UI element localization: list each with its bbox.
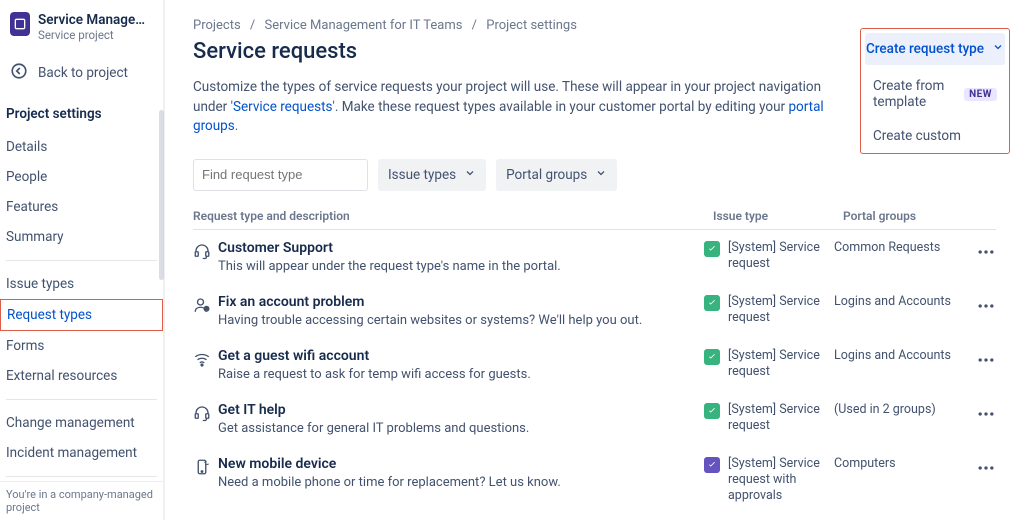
row-actions-button[interactable]: [964, 294, 996, 320]
breadcrumb-projects[interactable]: Projects: [193, 18, 241, 33]
row-actions-button[interactable]: [964, 402, 996, 428]
row-actions-button[interactable]: [964, 348, 996, 374]
more-icon: [976, 350, 996, 374]
portal-group-label: (Used in 2 groups): [834, 402, 964, 417]
request-type-name[interactable]: Get a guest wifi account: [218, 348, 704, 364]
chevron-down-icon: [464, 167, 476, 183]
request-type-name[interactable]: Get IT help: [218, 402, 704, 418]
project-header: Service Management fo... Service project: [0, 10, 163, 56]
new-badge: NEW: [964, 88, 997, 101]
create-request-type-panel: Create request type Create from template…: [860, 28, 1010, 154]
main-content: Projects / Service Management for IT Tea…: [165, 0, 1020, 520]
issue-type-label: [System] Service request with approvals: [728, 456, 834, 505]
create-button-label: Create request type: [866, 41, 984, 57]
search-input[interactable]: [202, 167, 378, 182]
portal-group-label: Computers: [834, 456, 964, 471]
back-to-project-link[interactable]: Back to project: [0, 56, 163, 100]
svg-text:!: !: [206, 307, 207, 313]
col-issue-type: Issue type: [713, 209, 843, 223]
issue-type-label: [System] Service request: [728, 294, 834, 327]
chevron-down-icon: [595, 167, 607, 183]
back-arrow-icon: [10, 62, 28, 84]
request-types-table: Request type and description Issue type …: [193, 203, 996, 520]
row-actions-button[interactable]: [964, 456, 996, 482]
sidebar: Service Management fo... Service project…: [0, 0, 165, 520]
request-type-name[interactable]: Customer Support: [218, 240, 704, 256]
sidebar-item-incident-management[interactable]: Incident management: [0, 438, 163, 468]
request-type-description: Raise a request to ask for temp wifi acc…: [218, 367, 704, 382]
sidebar-item-people[interactable]: People: [0, 162, 163, 192]
settings-heading: Project settings: [0, 100, 163, 132]
request-type-description: Having trouble accessing certain website…: [218, 313, 704, 328]
issue-type-label: [System] Service request: [728, 348, 834, 381]
headset-icon: [193, 240, 218, 260]
user-alert-icon: !: [193, 294, 218, 314]
sidebar-scrollbar[interactable]: [159, 110, 164, 280]
project-logo-icon: [10, 12, 30, 36]
filters-bar: Issue types Portal groups: [193, 159, 996, 191]
filter-portal-groups[interactable]: Portal groups: [496, 159, 617, 191]
back-label: Back to project: [38, 65, 128, 81]
menu-create-custom[interactable]: Create custom: [861, 119, 1009, 153]
sidebar-item-issue-types[interactable]: Issue types: [0, 269, 163, 299]
headset-icon: [193, 402, 218, 422]
chevron-down-icon: [992, 41, 1004, 57]
issue-type-icon: [704, 403, 720, 419]
request-type-name[interactable]: Fix an account problem: [218, 294, 704, 310]
table-row: Customer Support This will appear under t…: [193, 230, 996, 284]
issue-type-icon: [704, 349, 720, 365]
phone-icon: [193, 456, 218, 476]
table-row: Get IT help Get assistance for general IT…: [193, 392, 996, 446]
wifi-icon: [193, 348, 218, 368]
sidebar-footer: You're in a company-managed project: [0, 481, 163, 520]
more-icon: [976, 242, 996, 266]
search-request-type[interactable]: [193, 159, 368, 191]
table-header: Request type and description Issue type …: [193, 203, 996, 230]
sidebar-item-request-types[interactable]: Request types: [0, 299, 163, 331]
sidebar-item-forms[interactable]: Forms: [0, 331, 163, 361]
more-icon: [976, 404, 996, 428]
request-type-description: Need a mobile phone or time for replacem…: [218, 475, 704, 490]
issue-type-label: [System] Service request: [728, 240, 834, 273]
request-type-description: This will appear under the request type'…: [218, 259, 704, 274]
col-description: Request type and description: [193, 209, 713, 223]
more-icon: [976, 296, 996, 320]
portal-group-label: Common Requests: [834, 240, 964, 255]
request-type-description: Get assistance for general IT problems a…: [218, 421, 704, 436]
breadcrumb-project[interactable]: Service Management for IT Teams: [265, 18, 463, 33]
issue-type-icon: [704, 457, 720, 473]
table-row: Get a guest wifi account Raise a request …: [193, 338, 996, 392]
table-row: Onboard new employeesRequest access for …: [193, 514, 996, 520]
menu-create-from-template[interactable]: Create from template NEW: [861, 69, 1009, 119]
portal-group-label: Logins and Accounts: [834, 348, 964, 363]
breadcrumb-settings[interactable]: Project settings: [486, 18, 577, 33]
sidebar-item-external-resources[interactable]: External resources: [0, 361, 163, 391]
row-actions-button[interactable]: [964, 240, 996, 266]
col-portal-groups: Portal groups: [843, 209, 973, 223]
issue-type-icon: [704, 241, 720, 257]
sidebar-item-details[interactable]: Details: [0, 132, 163, 162]
issue-type-icon: [704, 295, 720, 311]
request-type-name[interactable]: New mobile device: [218, 456, 704, 472]
table-row: ! Fix an account problem Having trouble ac…: [193, 284, 996, 338]
filter-issue-types[interactable]: Issue types: [378, 159, 486, 191]
more-icon: [976, 458, 996, 482]
issue-type-label: [System] Service request: [728, 402, 834, 435]
page-description: Customize the types of service requests …: [193, 78, 833, 137]
sidebar-item-summary[interactable]: Summary: [0, 222, 163, 252]
portal-group-label: Logins and Accounts: [834, 294, 964, 309]
sidebar-item-change-management[interactable]: Change management: [0, 408, 163, 438]
service-requests-link[interactable]: Service requests: [233, 99, 333, 115]
project-title: Service Management fo...: [38, 12, 153, 28]
sidebar-item-features[interactable]: Features: [0, 192, 163, 222]
create-request-type-button[interactable]: Create request type: [865, 33, 1005, 65]
project-subtitle: Service project: [38, 28, 153, 42]
table-row: New mobile device Need a mobile phone or …: [193, 446, 996, 515]
